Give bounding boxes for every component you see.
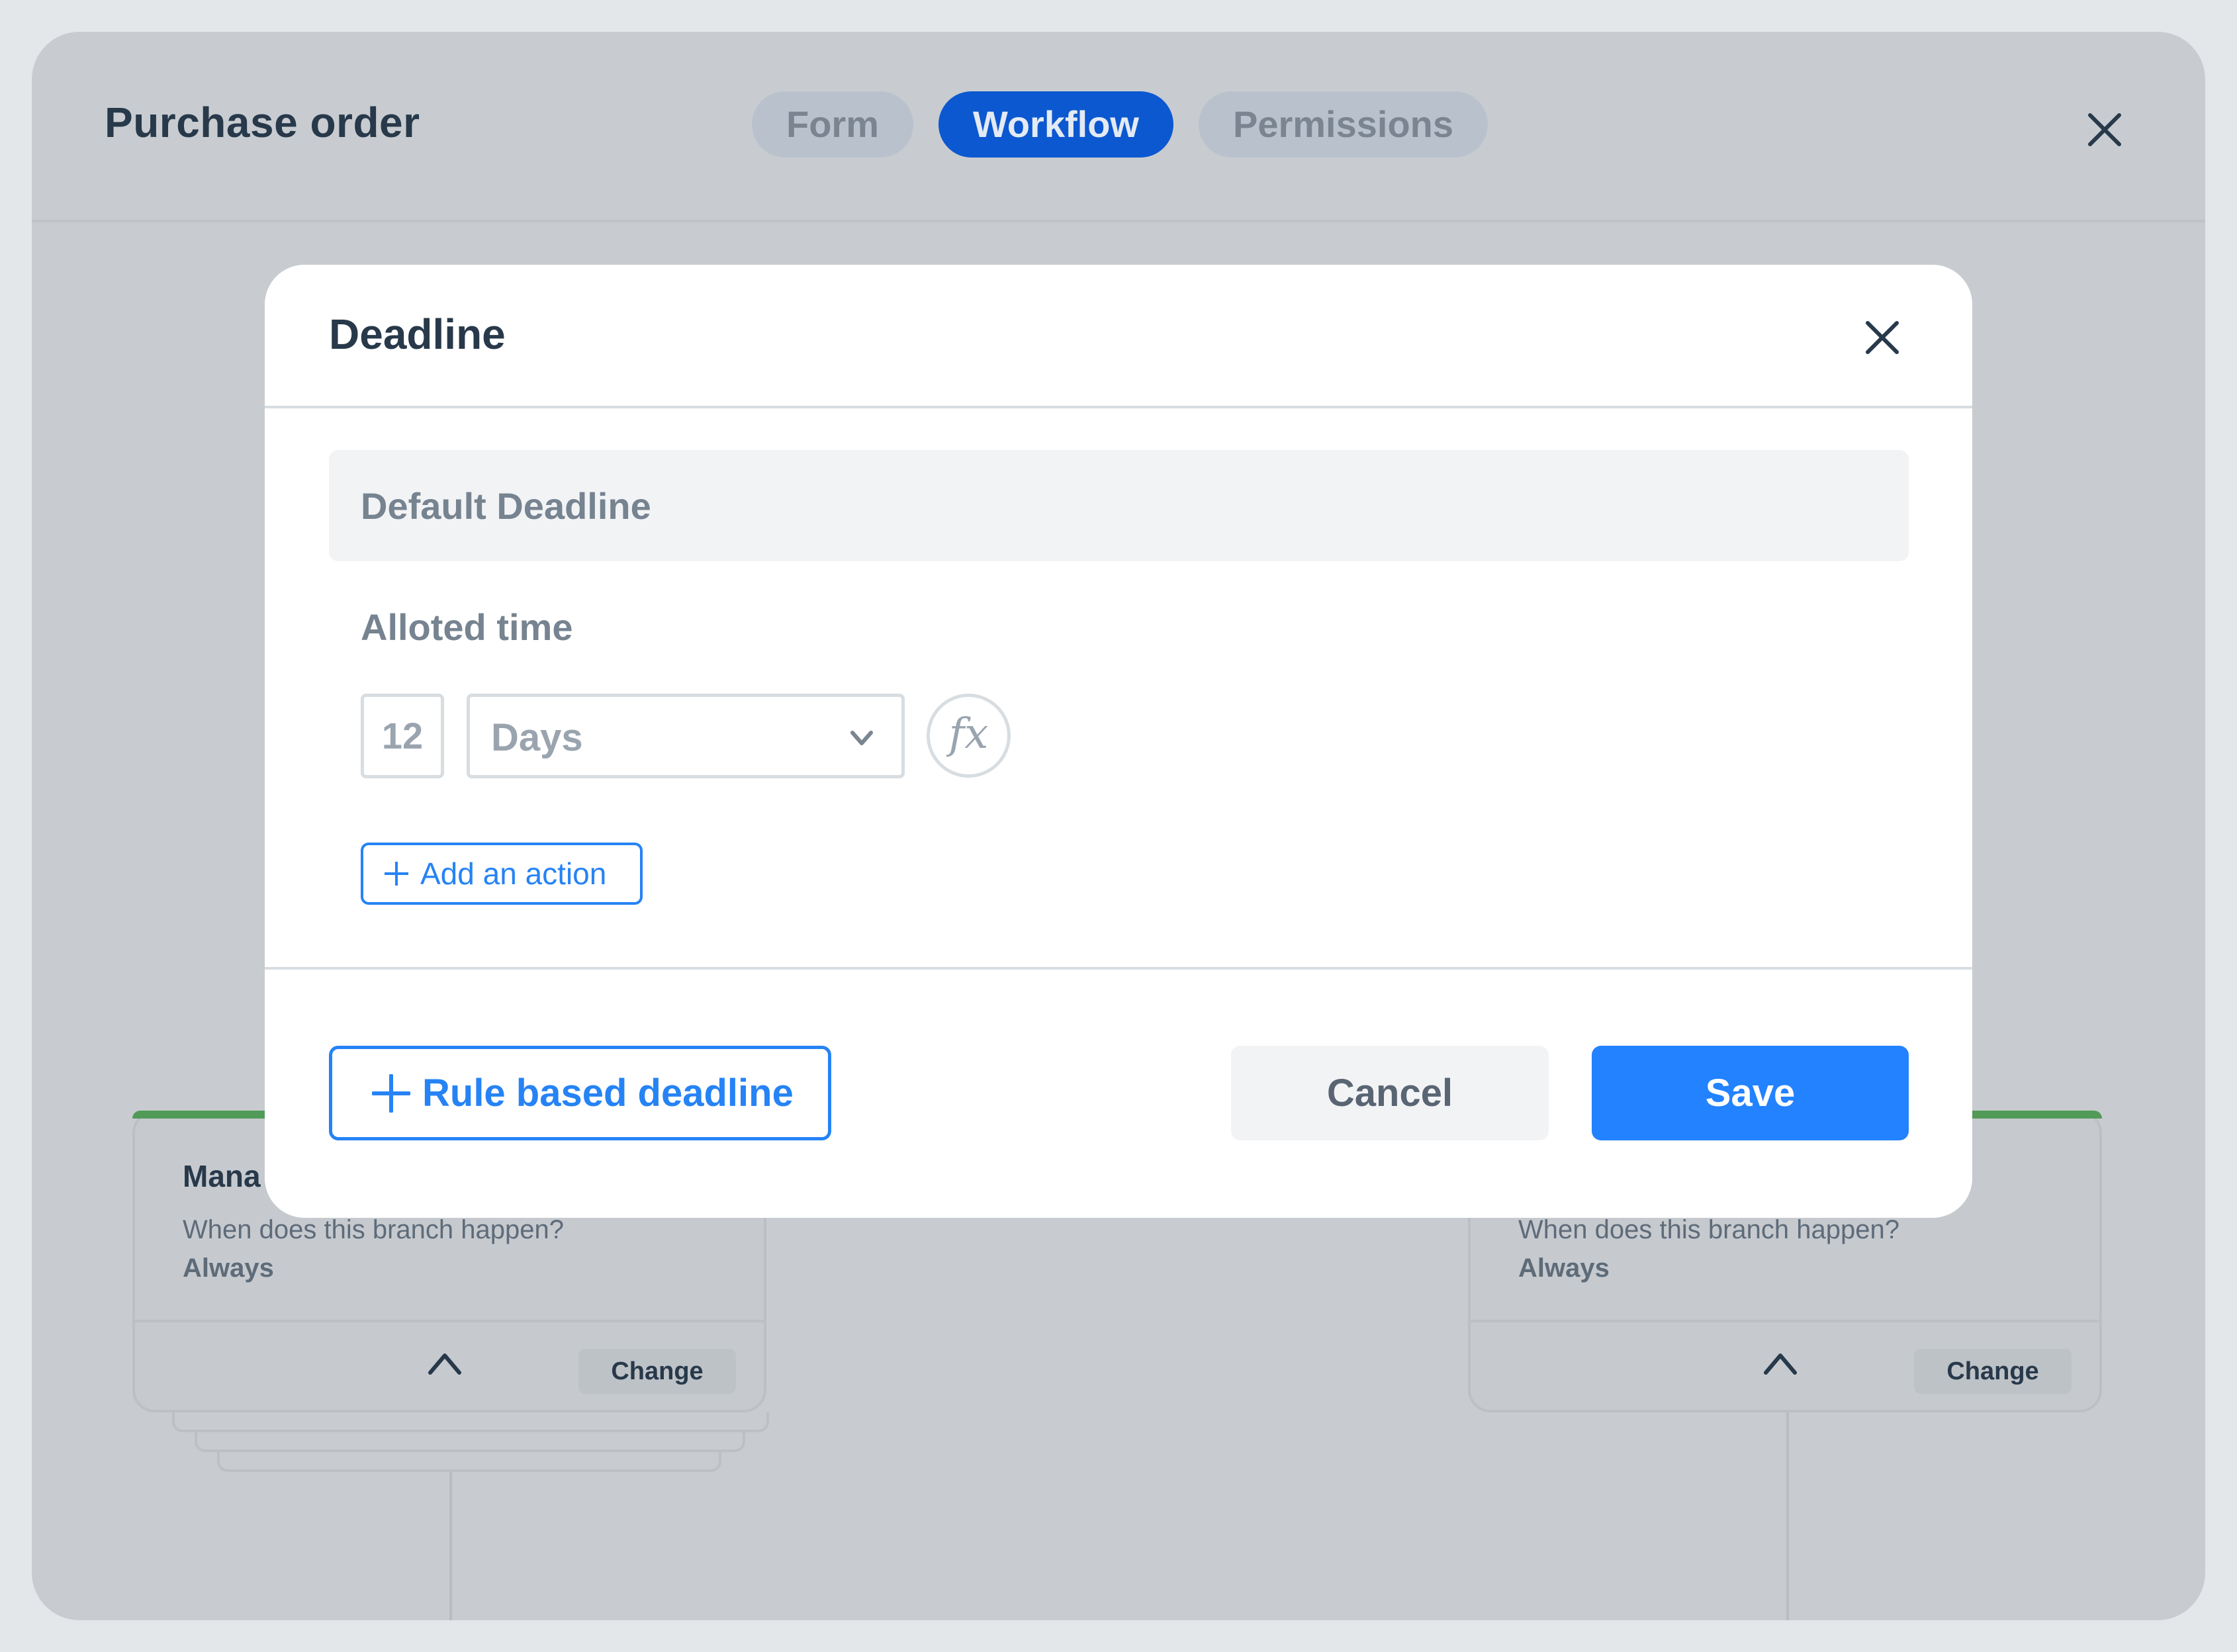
change-button[interactable]: Change xyxy=(1914,1349,2072,1394)
divider xyxy=(135,1320,764,1322)
branch-condition: Always xyxy=(1518,1254,1610,1283)
branch-title: Mana xyxy=(183,1159,261,1193)
amount-input[interactable]: 12 xyxy=(361,694,444,778)
page-title: Purchase order xyxy=(105,99,420,146)
close-icon[interactable] xyxy=(2085,110,2124,150)
rule-based-deadline-label: Rule based deadline xyxy=(422,1072,794,1115)
deadline-dialog: Deadline Default Deadline Alloted time 1… xyxy=(265,265,1972,1218)
unit-select-value: Days xyxy=(491,716,583,759)
close-icon[interactable] xyxy=(1864,319,1901,356)
card-stack-layer xyxy=(195,1432,745,1452)
branch-question: When does this branch happen? xyxy=(1518,1215,1899,1244)
branch-condition: Always xyxy=(183,1254,274,1283)
divider xyxy=(1471,1320,2099,1322)
add-action-button[interactable]: Add an action xyxy=(361,843,643,905)
tab-bar: Form Workflow Permissions xyxy=(752,91,1488,158)
divider xyxy=(265,967,1972,970)
dialog-title: Deadline xyxy=(329,310,506,358)
branch-question: When does this branch happen? xyxy=(183,1215,564,1244)
card-stack-layer xyxy=(217,1452,721,1472)
plus-icon xyxy=(372,1074,410,1113)
rule-based-deadline-button[interactable]: Rule based deadline xyxy=(329,1046,831,1140)
change-button[interactable]: Change xyxy=(578,1349,736,1394)
add-action-label: Add an action xyxy=(420,856,607,891)
cancel-button[interactable]: Cancel xyxy=(1231,1046,1549,1140)
save-button[interactable]: Save xyxy=(1592,1046,1909,1140)
plus-icon xyxy=(385,862,408,886)
chevron-down-icon xyxy=(850,731,873,745)
connector-line xyxy=(1786,1412,1789,1620)
chevron-up-icon[interactable] xyxy=(426,1350,463,1377)
tab-form[interactable]: Form xyxy=(752,91,913,158)
tab-workflow[interactable]: Workflow xyxy=(938,91,1173,158)
chevron-up-icon[interactable] xyxy=(1762,1350,1799,1377)
tab-permissions[interactable]: Permissions xyxy=(1198,91,1488,158)
connector-line xyxy=(449,1472,452,1620)
unit-select[interactable]: Days xyxy=(467,694,905,778)
divider xyxy=(265,406,1972,408)
section-header: Default Deadline xyxy=(329,450,1909,561)
alloted-time-label: Alloted time xyxy=(361,606,573,648)
card-stack-layer xyxy=(172,1412,769,1432)
section-title: Default Deadline xyxy=(361,485,651,527)
top-bar: Purchase order Form Workflow Permissions xyxy=(32,32,2205,222)
formula-button[interactable]: fx xyxy=(927,694,1011,778)
